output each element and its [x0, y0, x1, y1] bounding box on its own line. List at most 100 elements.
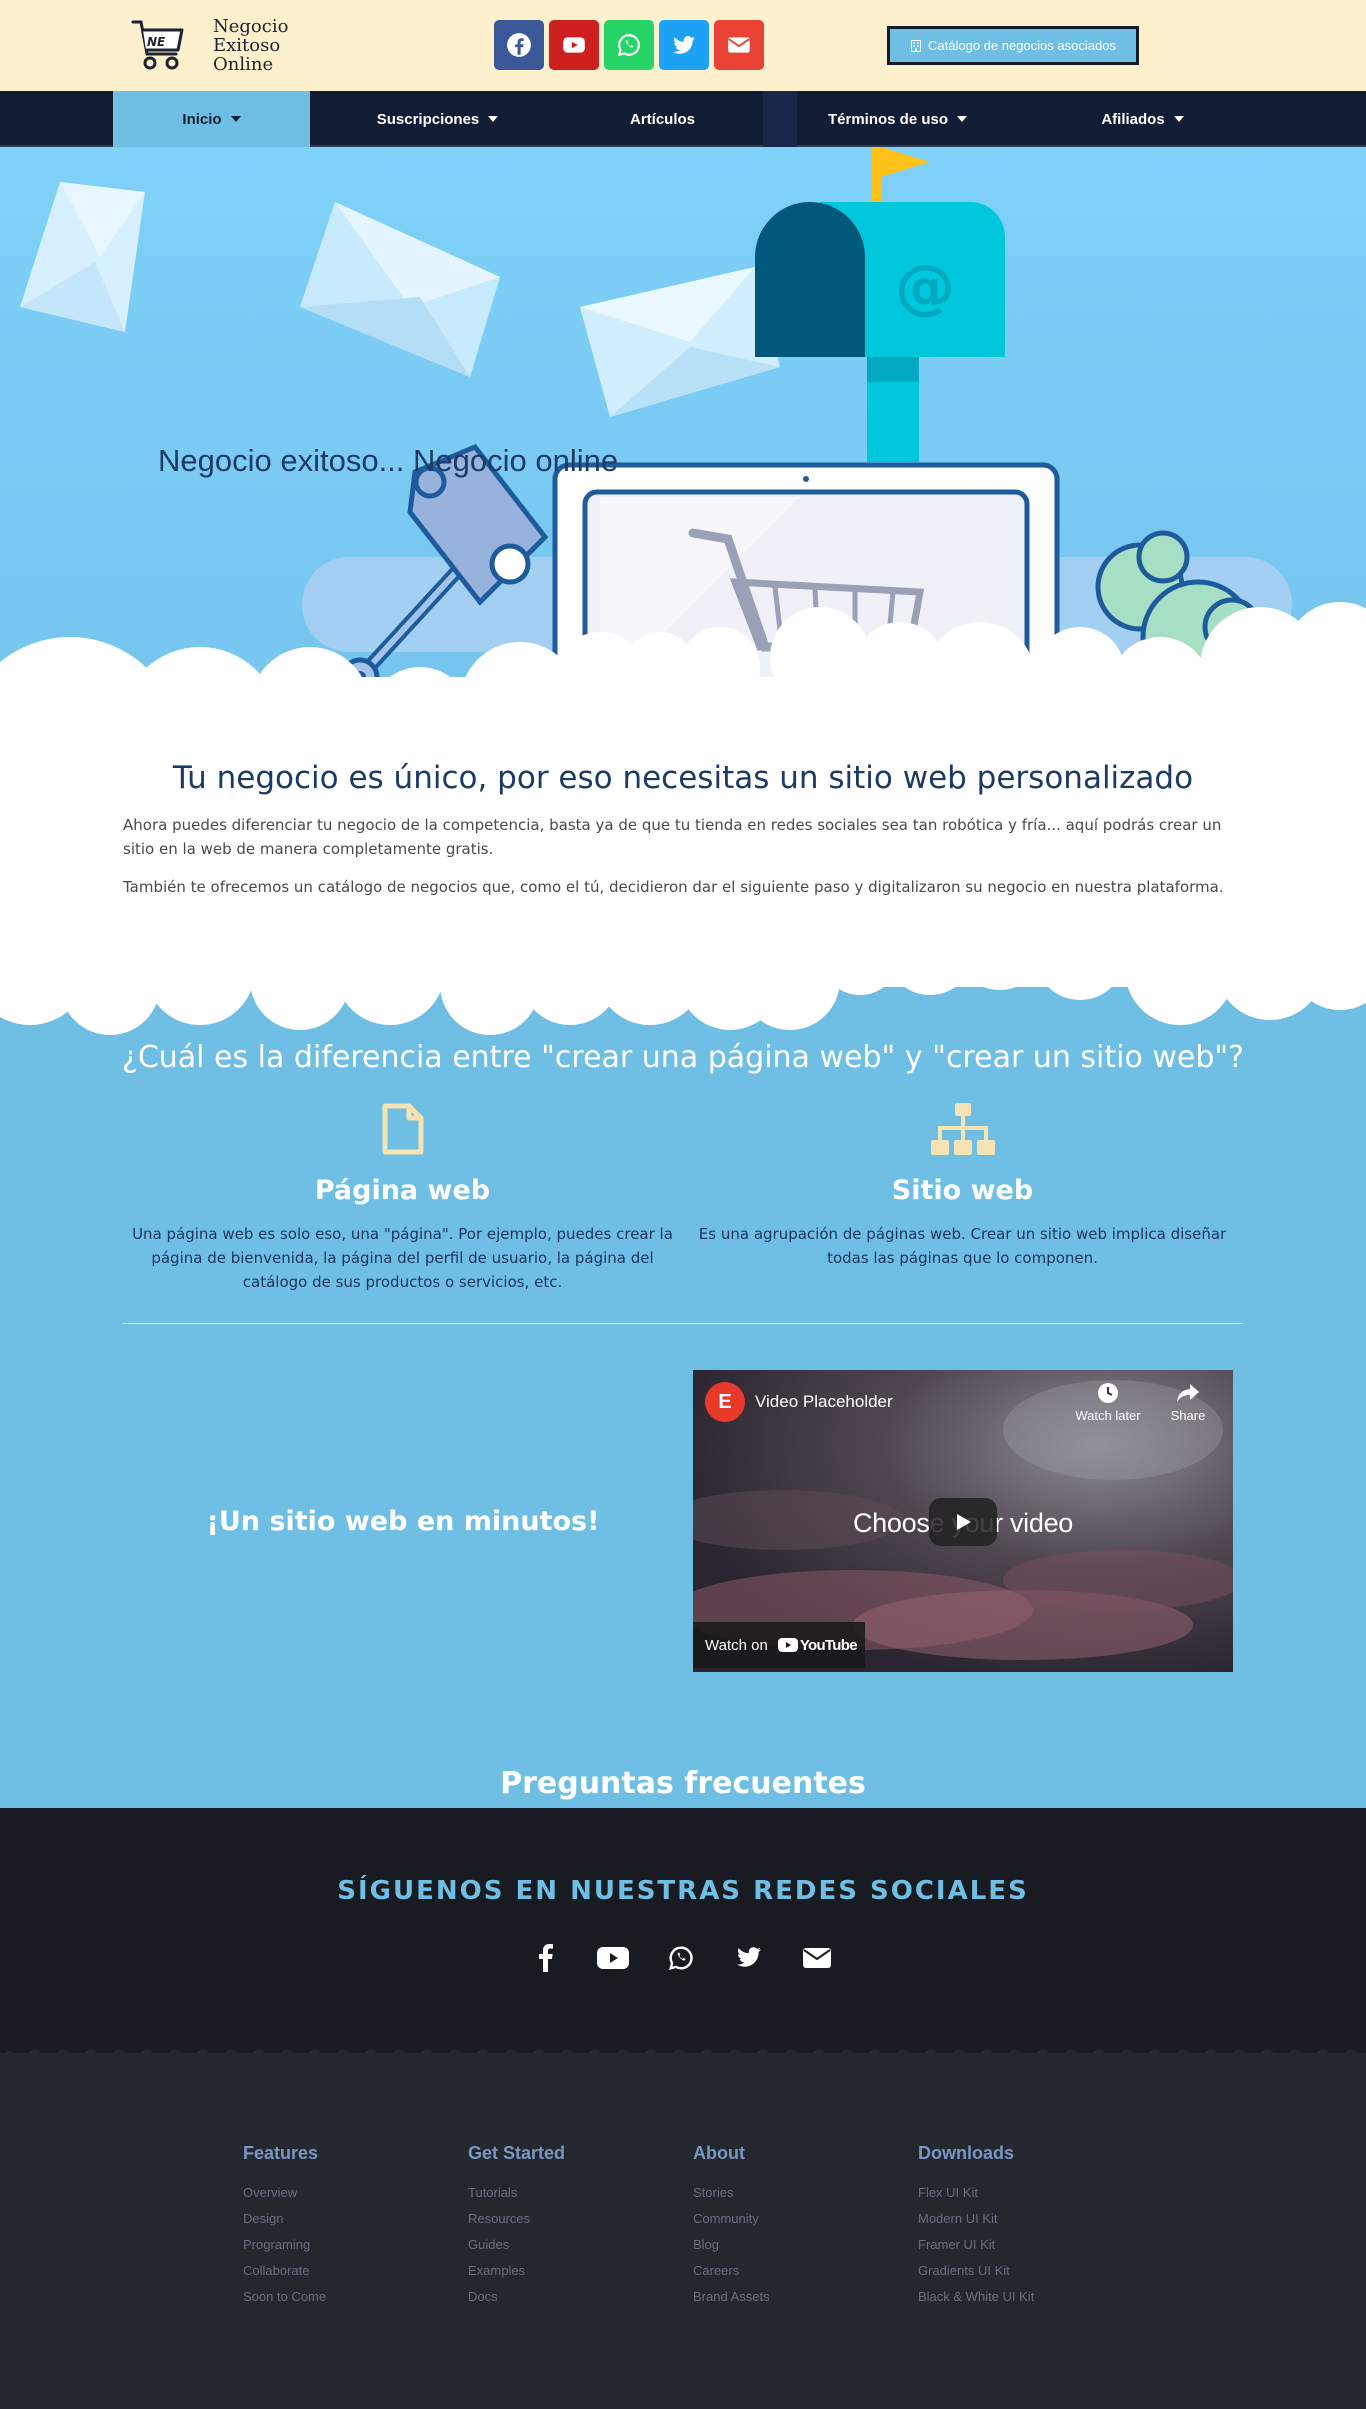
watch-later-button[interactable]: Watch later [1068, 1382, 1148, 1423]
watch-later-label: Watch later [1075, 1408, 1141, 1423]
brand-logo[interactable]: NE [130, 16, 188, 74]
channel-avatar[interactable]: E [705, 1382, 745, 1422]
building-icon [911, 39, 922, 52]
facebook-link[interactable] [528, 1941, 562, 1975]
youtube-button[interactable] [549, 20, 599, 70]
footer-column-title: Downloads [918, 2143, 1015, 2163]
footer-link[interactable]: Modern UI Kit [918, 2206, 1034, 2232]
follow-section [0, 1808, 1366, 2053]
twitter-button[interactable] [659, 20, 709, 70]
twitter-icon [673, 36, 695, 54]
email-button[interactable] [714, 20, 764, 70]
footer-column-title: About [693, 2143, 745, 2163]
nav-item-afiliados[interactable]: Afiliados [1055, 91, 1230, 147]
footer-link[interactable]: Framer UI Kit [918, 2232, 1034, 2258]
chevron-down-icon [488, 116, 499, 122]
video-embed[interactable]: E Video Placeholder Watch later Share Ch… [693, 1370, 1233, 1672]
cloud-divider [0, 910, 1366, 1035]
footer-link[interactable]: Careers [693, 2258, 770, 2284]
youtube-logo-icon [777, 1638, 798, 1652]
share-button[interactable]: Share [1158, 1382, 1218, 1423]
footer-link[interactable]: Resources [468, 2206, 565, 2232]
youtube-icon [563, 37, 585, 53]
nav-item-label: Inicio [182, 110, 222, 128]
whatsapp-button[interactable] [604, 20, 654, 70]
footer-link[interactable]: Soon to Come [243, 2284, 326, 2310]
facebook-button[interactable] [494, 20, 544, 70]
chevron-down-icon [957, 116, 968, 122]
brand-line-2: Exitoso [213, 35, 281, 56]
facebook-icon [507, 33, 531, 57]
youtube-wordmark: YouTube [799, 1636, 858, 1654]
footer-column-title: Features [243, 2143, 319, 2163]
chevron-down-icon [230, 116, 241, 122]
hero-banner: @ Negocio exitoso... Negocio online [0, 147, 1366, 687]
nav-item-articulos[interactable]: Artículos [575, 91, 750, 147]
footer-link[interactable]: Guides [468, 2232, 565, 2258]
email-link[interactable] [800, 1941, 834, 1975]
footer-column-features: Features Overview Design Programing Coll… [243, 2143, 326, 2310]
watch-on-youtube-button[interactable]: Watch on YouTube [693, 1622, 865, 1668]
footer-link[interactable]: Docs [468, 2284, 565, 2310]
svg-text:@: @ [895, 252, 955, 322]
footer-link[interactable]: Blog [693, 2232, 770, 2258]
web-site-title: Sitio web [891, 1175, 1034, 1206]
footer-column-about: About Stories Community Blog Careers Bra… [693, 2143, 770, 2310]
facebook-icon [539, 1944, 553, 1972]
footer-link[interactable]: Design [243, 2206, 326, 2232]
nav-item-label: Términos de uso [827, 110, 949, 128]
catalog-button[interactable]: Catálogo de negocios asociados [887, 26, 1139, 65]
web-page-title: Página web [314, 1175, 491, 1206]
footer-link[interactable]: Tutorials [468, 2180, 565, 2206]
whatsapp-icon [669, 1946, 693, 1970]
play-icon [957, 1514, 971, 1530]
footer-link[interactable]: Overview [243, 2180, 326, 2206]
follow-title: SÍGUENOS EN NUESTRAS REDES SOCIALES [337, 1876, 1029, 1906]
footer-social-links [528, 1941, 834, 1975]
nav-item-suscripciones[interactable]: Suscripciones [350, 91, 525, 147]
footer-link[interactable]: Stories [693, 2180, 770, 2206]
faq-title: Preguntas frecuentes [500, 1766, 866, 1801]
youtube-icon [597, 1947, 629, 1969]
brand-name[interactable]: Negocio Exitoso Online [213, 17, 288, 74]
clock-icon [1098, 1383, 1118, 1403]
catalog-button-label: Catálogo de negocios asociados [928, 38, 1116, 53]
envelope-illustration [20, 182, 145, 332]
footer-link[interactable]: Brand Assets [693, 2284, 770, 2310]
nav-separator [763, 91, 797, 147]
footer-link[interactable]: Programing [243, 2232, 326, 2258]
footer-wave-edge [0, 2049, 1366, 2060]
footer-link[interactable]: Gradients UI Kit [918, 2258, 1034, 2284]
twitter-link[interactable] [732, 1941, 766, 1975]
intro-title: Tu negocio es único, por eso necesitas u… [172, 760, 1194, 796]
envelope-illustration [580, 267, 780, 417]
video-section-title: ¡Un sitio web en minutos! [206, 1506, 600, 1537]
difference-title: ¿Cuál es la diferencia entre "crear una … [121, 1040, 1245, 1075]
brand-line-3: Online [213, 54, 274, 75]
caption-text-end: video [1002, 1508, 1074, 1538]
whatsapp-link[interactable] [664, 1941, 698, 1975]
footer-link[interactable]: Collaborate [243, 2258, 326, 2284]
nav-item-label: Artículos [629, 110, 695, 128]
brand-line-1: Negocio [213, 16, 289, 37]
web-page-column: Página web Una página web es solo eso, u… [130, 1103, 675, 1294]
footer-column-get-started: Get Started Tutorials Resources Guides E… [468, 2143, 565, 2310]
intro-paragraph-1: Ahora puedes diferenciar tu negocio de l… [123, 816, 1222, 858]
intro-paragraph-2: También te ofrecemos un catálogo de nego… [123, 878, 1224, 896]
footer-link[interactable]: Black & White UI Kit [918, 2284, 1034, 2310]
nav-item-terminos[interactable]: Términos de uso [810, 91, 985, 147]
main-navigation: Inicio Suscripciones Artículos Términos … [0, 91, 1366, 147]
video-title[interactable]: Video Placeholder [755, 1392, 893, 1412]
sitemap-icon [930, 1103, 995, 1155]
file-icon [382, 1103, 423, 1155]
footer-link[interactable]: Community [693, 2206, 770, 2232]
footer-link[interactable]: Examples [468, 2258, 565, 2284]
nav-item-inicio[interactable]: Inicio [113, 91, 310, 147]
envelope-icon [803, 1948, 831, 1968]
footer-link[interactable]: Flex UI Kit [918, 2180, 1034, 2206]
envelope-illustration [300, 202, 500, 377]
play-button[interactable] [929, 1498, 997, 1546]
web-page-text: Una página web es solo eso, una "página"… [132, 1225, 673, 1291]
youtube-link[interactable] [596, 1941, 630, 1975]
footer-column-downloads: Downloads Flex UI Kit Modern UI Kit Fram… [918, 2143, 1034, 2310]
